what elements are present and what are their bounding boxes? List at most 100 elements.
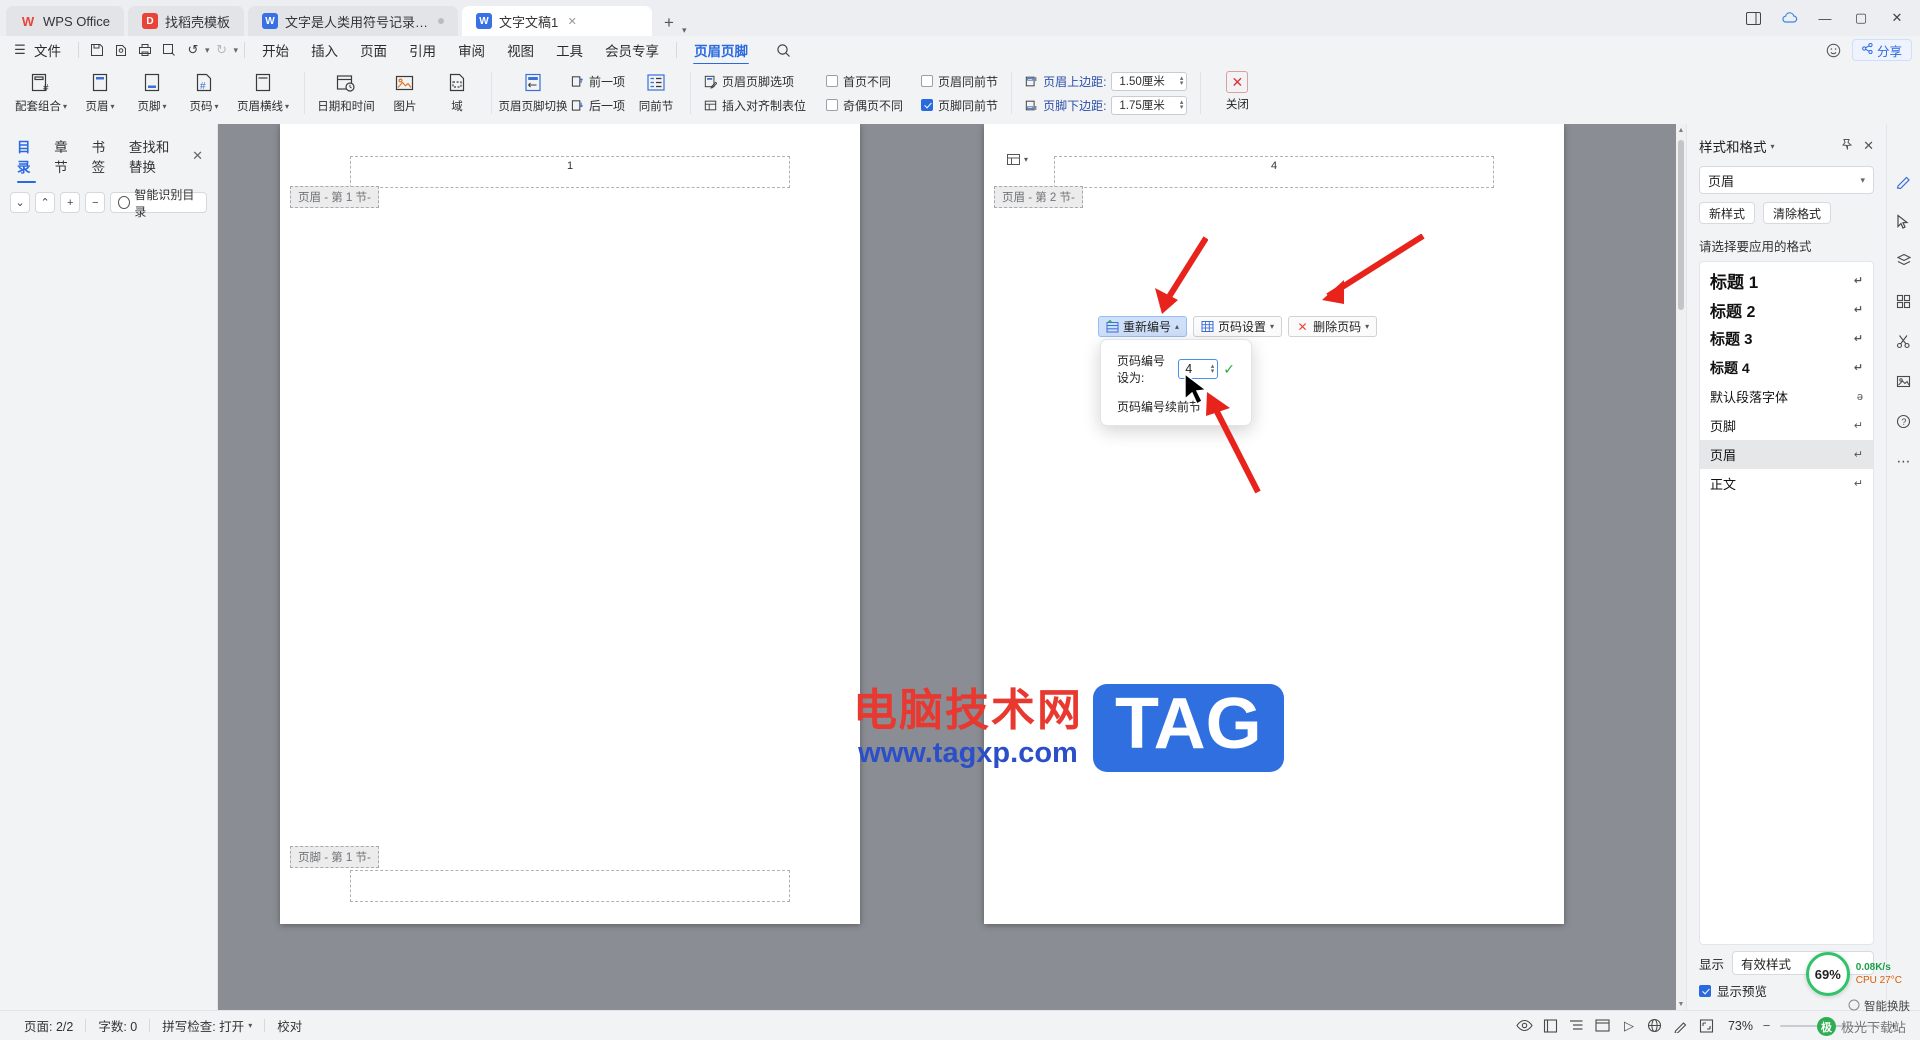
footer-bottom-margin-input[interactable]: 1.75厘米 ▴ ▾ [1111,95,1188,115]
close-header-footer-button[interactable]: ✕ 关闭 [1209,66,1265,120]
chevron-down-icon[interactable]: ▾ [1024,155,1028,164]
clear-format-button[interactable]: 清除格式 [1763,202,1832,224]
status-word-count[interactable]: 字数: 0 [86,1016,149,1035]
ribbon-btn-header[interactable]: 页眉 ▾ [74,66,126,120]
maximize-icon[interactable]: ▢ [1844,5,1878,31]
menu-reference[interactable]: 引用 [398,38,447,62]
image-tool-icon[interactable] [1893,370,1915,392]
style-item-footer[interactable]: 页脚 ↵ [1700,411,1873,440]
nav-tab-find-replace[interactable]: 查找和替换 [120,134,186,178]
chevron-down-icon[interactable]: ▾ [1365,322,1369,331]
style-item-heading-1[interactable]: 标题 1 ↵ [1700,266,1873,295]
scissors-icon[interactable] [1893,330,1915,352]
scrollbar-thumb[interactable] [1678,140,1684,310]
menu-page[interactable]: 页面 [349,38,398,62]
globe-icon[interactable] [1642,1015,1668,1037]
eye-icon[interactable] [1512,1015,1538,1037]
chevron-down-icon[interactable]: ⌄ [10,192,31,213]
status-proofread[interactable]: 校对 [265,1016,314,1035]
style-item-body-text[interactable]: 正文 ↵ [1700,469,1873,498]
print-icon[interactable] [133,39,157,61]
style-item-heading-3[interactable]: 标题 3 ↵ [1700,324,1873,353]
layers-icon[interactable] [1893,250,1915,272]
pin-icon[interactable] [1840,138,1853,154]
smart-skin-button[interactable]: 智能换肤 [1848,998,1910,1014]
menu-tools[interactable]: 工具 [545,38,594,62]
tab-document-long[interactable]: W 文字是人类用符号记录表达信息以( [247,6,458,36]
outline-view-icon[interactable] [1564,1015,1590,1037]
status-spellcheck[interactable]: 拼写检查: 打开 ▾ [150,1016,264,1035]
page-view-icon[interactable] [1538,1015,1564,1037]
tab-wenzi-wengao-1[interactable]: W 文字文稿1 ✕ [461,6,652,36]
pen-icon[interactable] [1668,1015,1694,1037]
web-view-icon[interactable] [1590,1015,1616,1037]
checkbox-show-preview[interactable] [1699,984,1711,997]
document-page-1[interactable]: 1 页眉 - 第 1 节- 页脚 - 第 1 节- [280,124,860,924]
checkbox-header-same-as-previous[interactable] [921,75,934,87]
style-item-default-paragraph-font[interactable]: 默认段落字体 ə [1700,382,1873,411]
chevron-up-icon[interactable]: ⌃ [35,192,56,213]
nav-tab-toc[interactable]: 目录 [8,134,45,183]
cursor-icon[interactable] [1893,210,1915,232]
header-top-margin-input[interactable]: 1.50厘米 ▴ ▾ [1111,71,1188,91]
tab-find-template[interactable]: D 找稻壳模板 [127,6,244,36]
undo-icon[interactable]: ↺ [181,39,205,61]
renumber-popup[interactable]: 页码编号设为: 4 ▴ ▾ ✓ 页码编号续前节 [1100,339,1252,426]
ribbon-btn-picture[interactable]: 图片 [379,66,431,120]
cloud-icon[interactable] [1772,5,1806,31]
hamburger-icon[interactable]: ☰ [8,39,32,61]
scroll-down-arrow-icon[interactable]: ▼ [1676,998,1686,1010]
close-icon[interactable]: ✕ [1880,5,1914,31]
checkbox-row-first-page-different[interactable]: 首页不同 [821,71,908,92]
cpu-monitor-widget[interactable]: 69% 0.08K/s CPU 27°C [1805,952,1902,996]
page-number-settings-button[interactable]: 页码设置 ▾ [1193,316,1283,337]
ribbon-btn-header-line[interactable]: 页眉横线 ▾ [230,66,296,120]
ribbon-btn-hf-options[interactable]: 页眉页脚选项 [699,71,811,92]
minimize-icon[interactable]: — [1808,5,1842,31]
menu-view[interactable]: 视图 [496,38,545,62]
chevron-down-icon[interactable]: ▾ [1860,175,1865,186]
chevron-down-icon[interactable]: ▾ [234,45,239,56]
scroll-up-arrow-icon[interactable]: ▲ [1676,124,1686,136]
ribbon-btn-date-time[interactable]: 日期和时间 [313,66,379,120]
chevron-up-icon[interactable]: ▴ [1175,322,1179,331]
play-icon[interactable]: ▷ [1616,1015,1642,1037]
save-icon[interactable] [85,39,109,61]
ribbon-btn-insert-align-tab[interactable]: 插入对齐制表位 [699,95,811,116]
canvas-surface[interactable]: 1 页眉 - 第 1 节- 页脚 - 第 1 节- 4 页眉 - 第 2 节- … [218,124,1686,1010]
style-item-heading-4[interactable]: 标题 4 ↵ [1700,353,1873,382]
document-page-2[interactable]: 4 页眉 - 第 2 节- ▾ [984,124,1564,924]
menu-header-footer[interactable]: 页眉页脚 [683,38,759,65]
checkbox-row-footer-same-as-previous[interactable]: 页脚同前节 [916,95,1003,116]
new-style-button[interactable]: 新样式 [1699,202,1756,224]
ribbon-btn-next-item[interactable]: 后一项 [566,95,630,116]
page-number-value-input[interactable]: 4 ▴ ▾ [1178,359,1219,379]
save-as-icon[interactable] [109,39,133,61]
checkbox-first-page-different[interactable] [826,75,839,87]
redo-icon[interactable]: ↻ [210,39,234,61]
canvas-vertical-scrollbar[interactable]: ▲ ▼ [1676,124,1686,1010]
style-item-header[interactable]: 页眉 ↵ [1700,440,1873,469]
spinner-arrows-icon[interactable]: ▴ ▾ [1180,75,1184,87]
ribbon-btn-previous-item[interactable]: 前一项 [566,71,630,92]
continue-from-previous-section-option[interactable]: 页码编号续前节 [1117,398,1235,415]
nav-tab-chapters[interactable]: 章节 [45,134,82,178]
menu-member[interactable]: 会员专享 [594,38,670,62]
checkbox-row-odd-even-different[interactable]: 奇偶页不同 [821,95,908,116]
print-preview-icon[interactable] [157,39,181,61]
menu-review[interactable]: 审阅 [447,38,496,62]
spinner-arrows-icon[interactable]: ▴ ▾ [1180,99,1184,111]
menu-insert[interactable]: 插入 [300,38,349,62]
ribbon-btn-same-as-previous[interactable]: 同前节 [630,66,682,120]
style-list[interactable]: 标题 1 ↵ 标题 2 ↵ 标题 3 ↵ 标题 4 ↵ 默认段落字体 ə 页脚 … [1699,261,1874,945]
chevron-down-icon[interactable]: ▾ [1771,142,1775,151]
fit-page-icon[interactable] [1694,1015,1720,1037]
checkbox-row-header-same-as-previous[interactable]: 页眉同前节 [916,71,1003,92]
document-canvas[interactable]: 1 页眉 - 第 1 节- 页脚 - 第 1 节- 4 页眉 - 第 2 节- … [218,124,1686,1010]
sidebar-toggle-icon[interactable] [1736,5,1770,31]
page1-footer-zone[interactable] [350,870,790,902]
status-page-count[interactable]: 页面: 2/2 [12,1016,85,1035]
pen-edit-icon[interactable] [1893,170,1915,192]
help-icon[interactable]: ? [1893,410,1915,432]
chevron-down-icon[interactable]: ▾ [248,1021,252,1030]
